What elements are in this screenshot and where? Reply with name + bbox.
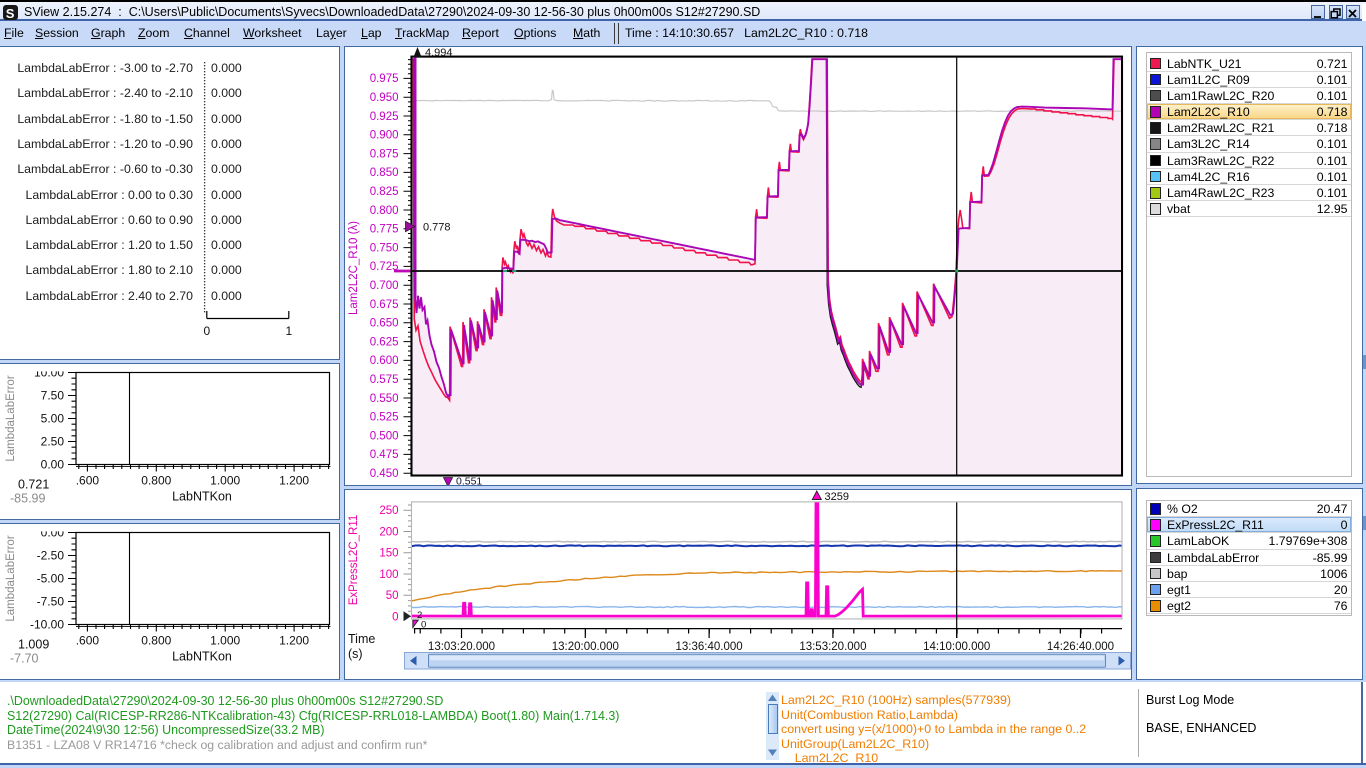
svg-text:0.778: 0.778 xyxy=(423,222,451,234)
svg-text:(s): (s) xyxy=(348,647,363,661)
svg-text:0.600: 0.600 xyxy=(370,355,399,367)
svg-text:50: 50 xyxy=(386,590,399,602)
svg-text:0.721: 0.721 xyxy=(18,478,49,492)
svg-text:7.50: 7.50 xyxy=(41,389,65,403)
svg-text:13:20:00.000: 13:20:00.000 xyxy=(552,641,619,653)
svg-text:1.200: 1.200 xyxy=(279,634,309,648)
svg-text:0.750: 0.750 xyxy=(370,242,399,254)
svg-text:-10.00: -10.00 xyxy=(30,618,64,632)
svg-text:-5.00: -5.00 xyxy=(37,572,65,586)
svg-text:0.800: 0.800 xyxy=(141,634,171,648)
svg-text:0.475: 0.475 xyxy=(370,449,399,461)
svg-text:150: 150 xyxy=(379,548,398,560)
svg-text:13:36:40.000: 13:36:40.000 xyxy=(676,641,743,653)
svg-text:0.00: 0.00 xyxy=(41,458,65,472)
svg-text:13:53:20.000: 13:53:20.000 xyxy=(799,641,866,653)
svg-text:200: 200 xyxy=(379,526,398,538)
svg-text:0.500: 0.500 xyxy=(370,430,399,442)
svg-text:-7.50: -7.50 xyxy=(37,595,65,609)
svg-text:1.200: 1.200 xyxy=(279,474,309,488)
svg-text:-7.70: -7.70 xyxy=(10,652,39,666)
svg-text:0.550: 0.550 xyxy=(370,393,399,405)
svg-text:0.551: 0.551 xyxy=(456,476,482,486)
svg-text:1: 1 xyxy=(285,324,292,338)
svg-text:4.994: 4.994 xyxy=(425,47,453,59)
svg-text:0.975: 0.975 xyxy=(370,73,399,85)
svg-text:0.850: 0.850 xyxy=(370,167,399,179)
svg-text:0.675: 0.675 xyxy=(370,299,399,311)
svg-text:0.950: 0.950 xyxy=(370,92,399,104)
svg-text:1.000: 1.000 xyxy=(210,474,240,488)
svg-text:1.009: 1.009 xyxy=(18,638,49,652)
svg-text:13:03:20.000: 13:03:20.000 xyxy=(428,641,495,653)
svg-text:250: 250 xyxy=(379,505,398,517)
svg-text:3259: 3259 xyxy=(825,491,849,503)
svg-text:0: 0 xyxy=(421,620,426,631)
svg-text:0.825: 0.825 xyxy=(370,186,399,198)
svg-text:0.525: 0.525 xyxy=(370,412,399,424)
svg-text:Lam2L2C_R10 (λ): Lam2L2C_R10 (λ) xyxy=(348,221,360,315)
svg-text:LabNTKon: LabNTKon xyxy=(172,650,232,664)
svg-text:0.575: 0.575 xyxy=(370,374,399,386)
svg-text:0.625: 0.625 xyxy=(370,336,399,348)
svg-text:0.800: 0.800 xyxy=(370,205,399,217)
svg-text:-85.99: -85.99 xyxy=(10,492,45,506)
svg-text:Time: Time xyxy=(348,632,375,646)
svg-text:14:26:40.000: 14:26:40.000 xyxy=(1047,641,1114,653)
svg-text:LambdaLabError: LambdaLabError xyxy=(5,535,17,621)
svg-text:ExPressL2C_R11: ExPressL2C_R11 xyxy=(348,515,360,606)
svg-text:0.700: 0.700 xyxy=(370,280,399,292)
svg-text:0: 0 xyxy=(203,324,210,338)
svg-text:0.900: 0.900 xyxy=(370,130,399,142)
svg-text:0.800: 0.800 xyxy=(141,474,171,488)
svg-text:.600: .600 xyxy=(76,634,100,648)
svg-text:0.875: 0.875 xyxy=(370,148,399,160)
svg-text:2.50: 2.50 xyxy=(41,435,65,449)
svg-text:0.450: 0.450 xyxy=(370,468,399,480)
svg-text:-2.50: -2.50 xyxy=(37,549,65,563)
svg-text:14:10:00.000: 14:10:00.000 xyxy=(923,641,990,653)
svg-text:LabNTKon: LabNTKon xyxy=(172,490,232,504)
svg-text:0: 0 xyxy=(392,611,398,623)
svg-text:1.000: 1.000 xyxy=(210,634,240,648)
svg-text:0.775: 0.775 xyxy=(370,224,399,236)
svg-text:0.650: 0.650 xyxy=(370,318,399,330)
svg-text:100: 100 xyxy=(379,569,398,581)
svg-text:LambdaLabError: LambdaLabError xyxy=(5,375,17,461)
svg-text:.600: .600 xyxy=(76,474,100,488)
svg-text:5.00: 5.00 xyxy=(41,412,65,426)
svg-text:0.925: 0.925 xyxy=(370,111,399,123)
